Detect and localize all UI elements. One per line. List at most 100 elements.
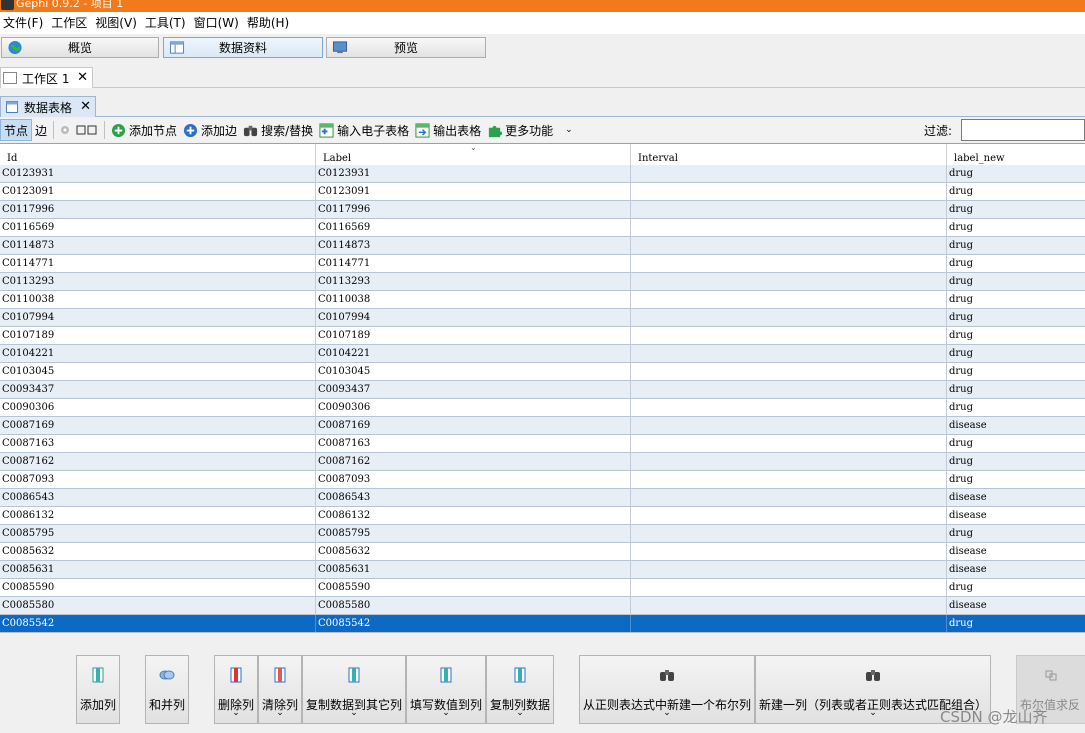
cell-interval[interactable] (631, 435, 947, 453)
preview-button[interactable]: 预览 (326, 37, 486, 58)
cell-id[interactable]: C0087162 (0, 453, 316, 471)
import-spreadsheet-button[interactable]: 输入电子表格 (316, 119, 412, 141)
datatable-tab[interactable]: 数据表格 ✕ (0, 96, 96, 117)
close-icon[interactable]: ✕ (77, 70, 88, 85)
cell-id[interactable]: C0090306 (0, 399, 316, 417)
table-row[interactable]: C0114873 C0114873 drug (0, 237, 1085, 255)
regex-boolean-column-button[interactable]: 从正则表达式中新建一个布尔列 ⌄ (579, 655, 755, 724)
cell-id[interactable]: C0107994 (0, 309, 316, 327)
cell-label[interactable]: C0086132 (316, 507, 631, 525)
cell-label[interactable]: C0087093 (316, 471, 631, 489)
menu-view[interactable]: 视图(V) (94, 12, 144, 34)
cell-interval[interactable] (631, 471, 947, 489)
cell-label-new[interactable]: drug (947, 363, 1085, 381)
cell-id[interactable]: C0085580 (0, 597, 316, 615)
cell-label[interactable]: C0085580 (316, 597, 631, 615)
cell-label[interactable]: C0086543 (316, 489, 631, 507)
cell-id[interactable]: C0085590 (0, 579, 316, 597)
table-row[interactable]: C0107994 C0107994 drug (0, 309, 1085, 327)
table-row[interactable]: C0087169 C0087169 disease (0, 417, 1085, 435)
table-row[interactable]: C0085580 C0085580 disease (0, 597, 1085, 615)
cell-label[interactable]: C0085590 (316, 579, 631, 597)
menu-window[interactable]: 窗口(W) (193, 12, 246, 34)
node-view-button[interactable] (57, 119, 73, 141)
cell-id[interactable]: C0087163 (0, 435, 316, 453)
data-lab-button[interactable]: 数据资料 (163, 37, 323, 58)
cell-label-new[interactable]: drug (947, 381, 1085, 399)
cell-id[interactable]: C0114873 (0, 237, 316, 255)
cell-interval[interactable] (631, 579, 947, 597)
cell-label[interactable]: C0107189 (316, 327, 631, 345)
cell-interval[interactable] (631, 237, 947, 255)
cell-label-new[interactable]: drug (947, 255, 1085, 273)
cell-interval[interactable] (631, 201, 947, 219)
cell-id[interactable]: C0114771 (0, 255, 316, 273)
cell-label-new[interactable]: disease (947, 543, 1085, 561)
menu-help[interactable]: 帮助(H) (246, 12, 296, 34)
cell-id[interactable]: C0123931 (0, 165, 316, 183)
merge-columns-button[interactable]: 和并列 (145, 655, 189, 724)
cell-label-new[interactable]: drug (947, 291, 1085, 309)
cell-label[interactable]: C0085631 (316, 561, 631, 579)
cell-id[interactable]: C0117996 (0, 201, 316, 219)
cell-interval[interactable] (631, 417, 947, 435)
table-row[interactable]: C0086543 C0086543 disease (0, 489, 1085, 507)
export-table-button[interactable]: 输出表格 (412, 119, 484, 141)
cell-label[interactable]: C0123931 (316, 165, 631, 183)
cell-id[interactable]: C0113293 (0, 273, 316, 291)
menu-file[interactable]: 文件(F) (2, 12, 50, 34)
cell-label-new[interactable]: drug (947, 327, 1085, 345)
cell-interval[interactable] (631, 345, 947, 363)
cell-label[interactable]: C0114771 (316, 255, 631, 273)
cell-label[interactable]: C0085632 (316, 543, 631, 561)
cell-label-new[interactable]: drug (947, 309, 1085, 327)
cell-id[interactable]: C0116569 (0, 219, 316, 237)
cell-interval[interactable] (631, 183, 947, 201)
cell-label[interactable]: C0090306 (316, 399, 631, 417)
cell-label[interactable]: C0123091 (316, 183, 631, 201)
table-row[interactable]: C0123931 C0123931 drug (0, 165, 1085, 183)
add-edge-button[interactable]: 添加边 (180, 119, 240, 141)
close-icon[interactable]: ✕ (80, 99, 91, 114)
cell-interval[interactable] (631, 273, 947, 291)
more-actions-button[interactable]: 更多功能 ⌄ (484, 119, 576, 141)
cell-interval[interactable] (631, 489, 947, 507)
cell-label-new[interactable]: drug (947, 525, 1085, 543)
cell-label[interactable]: C0087163 (316, 435, 631, 453)
column-view-button[interactable] (73, 119, 101, 141)
table-row[interactable]: C0085795 C0085795 drug (0, 525, 1085, 543)
table-row[interactable]: C0085590 C0085590 drug (0, 579, 1085, 597)
cell-label-new[interactable]: disease (947, 561, 1085, 579)
cell-interval[interactable] (631, 309, 947, 327)
table-row[interactable]: C0110038 C0110038 drug (0, 291, 1085, 309)
cell-interval[interactable] (631, 597, 947, 615)
cell-label-new[interactable]: drug (947, 201, 1085, 219)
cell-label-new[interactable]: drug (947, 615, 1085, 632)
cell-label[interactable]: C0103045 (316, 363, 631, 381)
cell-id[interactable]: C0093437 (0, 381, 316, 399)
cell-id[interactable]: C0103045 (0, 363, 316, 381)
cell-label[interactable]: C0087162 (316, 453, 631, 471)
table-row[interactable]: C0107189 C0107189 drug (0, 327, 1085, 345)
cell-label[interactable]: C0113293 (316, 273, 631, 291)
cell-label-new[interactable]: drug (947, 273, 1085, 291)
table-row[interactable]: C0116569 C0116569 drug (0, 219, 1085, 237)
cell-label[interactable]: C0104221 (316, 345, 631, 363)
nodes-toggle[interactable]: 节点 (0, 119, 33, 141)
cell-id[interactable]: C0085542 (0, 615, 316, 632)
cell-id[interactable]: C0086132 (0, 507, 316, 525)
cell-id[interactable]: C0085632 (0, 543, 316, 561)
cell-label[interactable]: C0093437 (316, 381, 631, 399)
cell-label-new[interactable]: drug (947, 219, 1085, 237)
table-row[interactable]: C0103045 C0103045 drug (0, 363, 1085, 381)
cell-interval[interactable] (631, 615, 947, 632)
cell-interval[interactable] (631, 399, 947, 417)
table-row[interactable]: C0114771 C0114771 drug (0, 255, 1085, 273)
cell-label-new[interactable]: drug (947, 345, 1085, 363)
copy-to-other-column-button[interactable]: 复制数据到其它列 ⌄ (302, 655, 406, 724)
cell-id[interactable]: C0085795 (0, 525, 316, 543)
table-row[interactable]: C0093437 C0093437 drug (0, 381, 1085, 399)
menu-workspace[interactable]: 工作区 (50, 12, 94, 34)
duplicate-column-button[interactable]: 复制列数据 ⌄ (486, 655, 554, 724)
table-row[interactable]: C0086132 C0086132 disease (0, 507, 1085, 525)
